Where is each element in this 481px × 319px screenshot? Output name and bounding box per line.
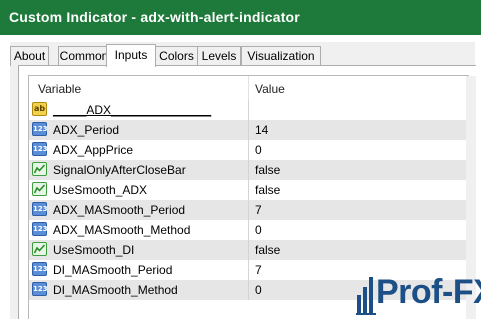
value-cell[interactable]: 0 bbox=[255, 223, 262, 237]
variable-name: DI_MASmooth_Period bbox=[53, 263, 173, 277]
cell-divider bbox=[248, 120, 249, 140]
variable-name: UseSmooth_DI bbox=[53, 243, 135, 257]
tab-colors[interactable]: Colors bbox=[155, 46, 198, 66]
table-row[interactable]: 123 ADX_MASmooth_Method 0 bbox=[29, 220, 469, 240]
value-cell[interactable]: 0 bbox=[255, 283, 262, 297]
variable-name: UseSmooth_ADX bbox=[53, 183, 148, 197]
bool-icon bbox=[32, 162, 47, 176]
number-icon: 123 bbox=[32, 222, 48, 236]
number-icon: 123 bbox=[32, 142, 48, 156]
variable-name: ADX_MASmooth_Period bbox=[53, 203, 186, 217]
column-header-variable[interactable]: Variable bbox=[38, 82, 81, 96]
number-icon: 123 bbox=[32, 122, 48, 136]
table-row[interactable]: 123 ADX_Period 14 bbox=[29, 120, 469, 140]
value-cell[interactable]: false bbox=[255, 243, 280, 257]
value-cell[interactable]: 7 bbox=[255, 203, 262, 217]
cell-divider bbox=[248, 260, 249, 280]
tab-common[interactable]: Common bbox=[58, 46, 110, 66]
table-row[interactable]: UseSmooth_DI false bbox=[29, 240, 469, 260]
string-icon: ab bbox=[32, 102, 47, 116]
cell-divider bbox=[248, 140, 249, 160]
bar-chart-logo-icon bbox=[356, 277, 376, 315]
indicator-dialog-window: Custom Indicator - adx-with-alert-indica… bbox=[0, 0, 481, 319]
table-row[interactable]: ab _____ADX_______________ bbox=[29, 100, 469, 120]
cell-divider bbox=[248, 180, 249, 200]
cell-divider bbox=[248, 200, 249, 220]
column-header-value[interactable]: Value bbox=[255, 82, 285, 96]
bool-icon bbox=[32, 182, 47, 196]
table-row[interactable]: UseSmooth_ADX false bbox=[29, 180, 469, 200]
table-row[interactable]: 123 ADX_AppPrice 0 bbox=[29, 140, 469, 160]
value-cell[interactable]: 0 bbox=[255, 143, 262, 157]
table-row[interactable]: SignalOnlyAfterCloseBar false bbox=[29, 160, 469, 180]
variable-name: ADX_AppPrice bbox=[53, 143, 134, 157]
variable-name: ADX_Period bbox=[53, 123, 120, 137]
tab-about[interactable]: About bbox=[10, 46, 49, 66]
cell-divider bbox=[248, 220, 249, 240]
bool-icon bbox=[32, 242, 47, 256]
cell-divider bbox=[248, 100, 249, 120]
column-divider[interactable] bbox=[248, 76, 249, 100]
value-cell[interactable]: 14 bbox=[255, 123, 268, 137]
cell-divider bbox=[248, 280, 249, 300]
cell-divider bbox=[248, 160, 249, 180]
tab-inputs[interactable]: Inputs bbox=[106, 44, 156, 67]
variable-name: ADX_MASmooth_Method bbox=[53, 223, 191, 237]
grid-header: Variable Value bbox=[29, 76, 469, 100]
table-row[interactable]: 123 ADX_MASmooth_Period 7 bbox=[29, 200, 469, 220]
window-title: Custom Indicator - adx-with-alert-indica… bbox=[9, 9, 300, 25]
value-cell[interactable]: false bbox=[255, 183, 280, 197]
watermark-text: Prof-FX bbox=[376, 273, 481, 311]
number-icon: 123 bbox=[32, 202, 48, 216]
variable-name: _____ADX_______________ bbox=[53, 103, 212, 117]
cell-divider bbox=[248, 240, 249, 260]
tab-levels[interactable]: Levels bbox=[197, 46, 241, 66]
tab-visualization[interactable]: Visualization bbox=[241, 46, 321, 66]
watermark: Prof-FX bbox=[356, 273, 481, 319]
value-cell[interactable]: false bbox=[255, 163, 280, 177]
value-cell[interactable]: 7 bbox=[255, 263, 262, 277]
number-icon: 123 bbox=[32, 262, 48, 276]
variable-name: DI_MASmooth_Method bbox=[53, 283, 178, 297]
variable-name: SignalOnlyAfterCloseBar bbox=[53, 163, 186, 177]
title-bar[interactable]: Custom Indicator - adx-with-alert-indica… bbox=[0, 0, 481, 35]
number-icon: 123 bbox=[32, 282, 48, 296]
